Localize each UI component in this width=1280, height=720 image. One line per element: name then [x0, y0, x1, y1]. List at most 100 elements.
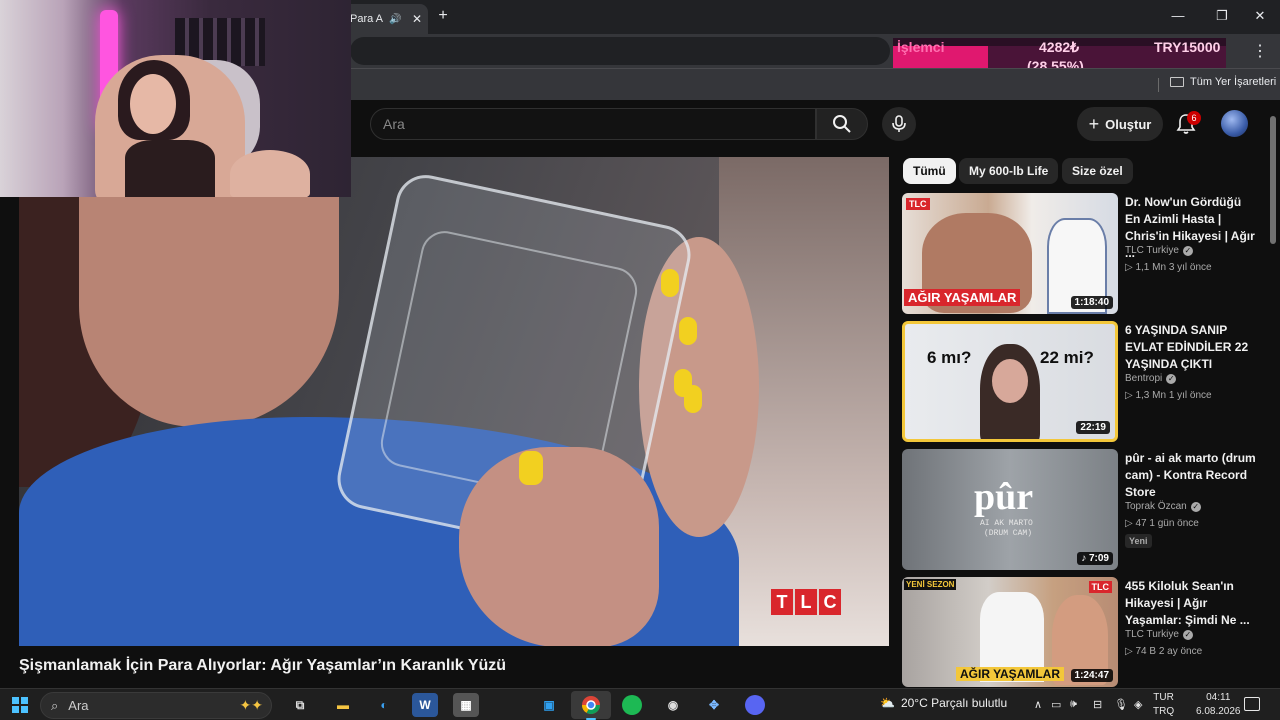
- bookmarks-divider: [1158, 78, 1159, 92]
- taskbar-search[interactable]: ⌕ Ara ✦✦: [40, 692, 272, 719]
- windows-logo-tile: [21, 697, 28, 704]
- recommendation-item[interactable]: YENİ SEZON TLC AĞIR YAŞAMLAR 1:24:47 455…: [902, 577, 1262, 687]
- voice-search-button[interactable]: [882, 107, 916, 141]
- discord-icon[interactable]: [742, 693, 768, 717]
- chrome-logo: [582, 696, 600, 715]
- channel-label: Bentropi: [1125, 373, 1163, 384]
- close-window-button[interactable]: ✕: [1250, 7, 1270, 25]
- scrollbar-thumb[interactable]: [1270, 116, 1276, 244]
- all-bookmarks-folder[interactable]: Tüm Yer İşaretleri: [1170, 76, 1276, 88]
- browser-tab-active[interactable]: Para A 🔊 ✕: [340, 4, 428, 34]
- language-bottom: TRQ: [1153, 706, 1175, 717]
- spotify-logo: [622, 695, 642, 715]
- windows-logo-tile: [21, 706, 28, 713]
- microphone-tray-icon[interactable]: 🎙: [1114, 698, 1128, 711]
- all-bookmarks-label: Tüm Yer İşaretleri: [1190, 76, 1277, 88]
- create-button[interactable]: + Oluştur: [1077, 107, 1163, 141]
- cpu-price-overlay: İşlemci 4282₺ (28.55%) TRY15000: [893, 38, 1226, 74]
- recommendation-item[interactable]: TLC AĞIR YAŞAMLAR 1:18:40 Dr. Now'un Gör…: [902, 193, 1262, 315]
- video-thumbnail[interactable]: TLC AĞIR YAŞAMLAR 1:18:40: [902, 193, 1118, 314]
- chrome-icon[interactable]: [578, 693, 604, 720]
- calculator-icon[interactable]: ▦: [453, 693, 479, 717]
- spotify-icon[interactable]: [619, 693, 645, 717]
- address-bar[interactable]: [350, 37, 890, 65]
- maximize-button[interactable]: ❐: [1212, 7, 1232, 25]
- channel-name[interactable]: TLC Turkiye ✓: [1125, 629, 1193, 640]
- thumb-tlc-logo: TLC: [1088, 581, 1112, 593]
- language-indicator[interactable]: TUR TRQ: [1153, 691, 1174, 719]
- notification-center-icon[interactable]: [1244, 697, 1260, 711]
- video-frame-nail: [519, 451, 543, 485]
- search-button[interactable]: [816, 108, 868, 140]
- channel-name[interactable]: Bentropi ✓: [1125, 373, 1177, 384]
- new-tab-button[interactable]: +: [434, 7, 452, 25]
- video-frame-nail: [684, 385, 702, 413]
- channel-name[interactable]: Toprak Özcan ✓: [1125, 501, 1201, 512]
- tray-chevron-icon[interactable]: ∧: [1034, 698, 1042, 711]
- minimize-button[interactable]: —: [1168, 7, 1188, 25]
- chip-all[interactable]: Tümü: [903, 158, 956, 184]
- recommendation-item[interactable]: 6 mı? 22 mi? 22:19 6 YAŞINDA SANIP EVLAT…: [902, 321, 1262, 443]
- channel-name[interactable]: TLC Turkiye ✓: [1125, 245, 1193, 256]
- video-meta: ▷ 1,3 Mn 1 yıl önce: [1125, 390, 1212, 401]
- thumb-face: [992, 359, 1028, 403]
- word-icon[interactable]: W: [412, 693, 438, 717]
- video-frame-nail: [679, 317, 697, 345]
- speaker-icon[interactable]: 🔊: [389, 14, 401, 25]
- search-input[interactable]: [371, 109, 815, 139]
- screen: Para A 🔊 ✕ + — ❐ ✕ İşlemci 4282₺ (28.55%…: [0, 0, 1280, 720]
- chip-my-600-lb-life[interactable]: My 600-lb Life: [959, 158, 1059, 184]
- video-thumbnail[interactable]: 6 mı? 22 mi? 22:19: [902, 321, 1118, 442]
- taskbar-search-placeholder: Ara: [68, 698, 89, 713]
- thumb-caption: AĞIR YAŞAMLAR: [956, 667, 1065, 681]
- channel-label: TLC Turkiye: [1125, 629, 1179, 640]
- page-scrollbar[interactable]: [1270, 110, 1276, 680]
- snipping-tool-icon[interactable]: ✥: [701, 693, 727, 717]
- weather-text: 20°C Parçalı bulutlu: [900, 696, 1008, 710]
- thumb-sub-text: AI AK MARTO: [980, 519, 1033, 528]
- duration-badge: 1:18:40: [1070, 296, 1113, 309]
- file-explorer-icon[interactable]: ▬: [330, 693, 356, 717]
- cpu-value: 4282₺: [1039, 39, 1080, 55]
- system-clock[interactable]: 04:11 6.08.2026: [1196, 691, 1241, 719]
- duration-badge: ♪ 7:09: [1077, 552, 1113, 565]
- recommendation-item[interactable]: pûr AI AK MARTO (DRUM CAM) ♪ 7:09 pûr - …: [902, 449, 1262, 571]
- verified-icon: ✓: [1182, 245, 1193, 256]
- start-button[interactable]: [12, 697, 28, 713]
- location-icon[interactable]: ◈: [1134, 698, 1142, 711]
- recommendation-title[interactable]: pûr - ai ak marto (drum cam) - Kontra Re…: [1125, 450, 1257, 501]
- cpu-target: TRY15000: [1154, 39, 1221, 55]
- thumb-tlc-logo: TLC: [906, 198, 930, 210]
- obs-icon[interactable]: ◉: [660, 693, 686, 717]
- edge-icon[interactable]: ◐: [371, 693, 397, 717]
- thumb-right-text: 22 mi?: [1040, 348, 1094, 367]
- tlc-watermark: TLC: [771, 589, 841, 615]
- video-thumbnail[interactable]: pûr AI AK MARTO (DRUM CAM) ♪ 7:09: [902, 449, 1118, 570]
- tab-title: Para A: [350, 13, 384, 25]
- thumb-left-text: 6 mı?: [927, 348, 972, 367]
- duration-badge: 1:24:47: [1070, 669, 1113, 682]
- account-avatar[interactable]: [1221, 110, 1248, 137]
- verified-icon: ✓: [1182, 629, 1193, 640]
- search-box[interactable]: [370, 108, 816, 140]
- tlc-letter: L: [795, 589, 817, 615]
- create-label: Oluştur: [1105, 116, 1152, 132]
- video-player[interactable]: TLC: [19, 157, 889, 646]
- video-thumbnail[interactable]: YENİ SEZON TLC AĞIR YAŞAMLAR 1:24:47: [902, 577, 1118, 687]
- browser-menu-icon[interactable]: ⋮: [1252, 41, 1268, 63]
- clock-date: 6.08.2026: [1196, 706, 1241, 717]
- tab-close-icon[interactable]: ✕: [412, 12, 422, 26]
- webcam-person-top: [125, 140, 215, 197]
- thumb-sub-text-2: (DRUM CAM): [984, 529, 1033, 538]
- video-frame-hand-left: [459, 447, 659, 646]
- store-icon[interactable]: ▣: [536, 693, 562, 717]
- recommendation-title[interactable]: 455 Kiloluk Sean'ın Hikayesi | Ağır Yaşa…: [1125, 578, 1257, 629]
- chip-for-you[interactable]: Size özel: [1062, 158, 1133, 184]
- network-icon[interactable]: ⊟: [1093, 698, 1102, 711]
- weather-widget[interactable]: ⛅ 20°C Parçalı bulutlu: [880, 696, 1007, 710]
- thumb-big-text: pûr: [974, 476, 1034, 518]
- volume-icon[interactable]: 🕪: [1070, 698, 1077, 711]
- recommendation-title[interactable]: 6 YAŞINDA SANIP EVLAT EDİNDİLER 22 YAŞIN…: [1125, 322, 1257, 373]
- task-view-icon[interactable]: ⧉: [287, 693, 313, 717]
- battery-icon[interactable]: ▭: [1051, 698, 1061, 711]
